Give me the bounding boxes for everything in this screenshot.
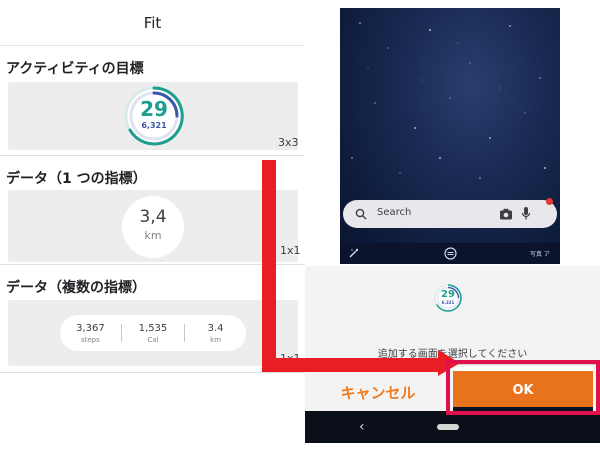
metric-steps: 3,367 steps: [60, 323, 120, 344]
search-placeholder: Search: [377, 207, 412, 218]
single-metric-circle: 3,4 km: [122, 196, 184, 258]
annotation-arrow-horizontal: [262, 358, 442, 372]
divider: [0, 372, 305, 373]
mini-goal-steps: 6,321: [441, 300, 455, 305]
single-metric-value: 3,4: [139, 207, 167, 227]
back-icon[interactable]: ‹: [359, 419, 365, 435]
divider: [0, 264, 305, 265]
size-label-1x1-single: 1x1: [280, 244, 301, 257]
section-heading-single-metric: データ（1 つの指標）: [6, 171, 147, 187]
metric-unit: steps: [80, 335, 100, 344]
camera-icon[interactable]: [499, 208, 513, 220]
screenshot-root: Fit アクティビティの目標 29 6,321 3x3 データ（1 つの指標） …: [0, 0, 600, 451]
single-metric-unit: km: [144, 229, 162, 242]
metric-distance: 3.4 km: [186, 323, 246, 344]
goal-steps: 6,321: [141, 121, 167, 130]
app-title: Fit: [0, 0, 305, 46]
metric-unit: km: [210, 335, 222, 344]
metric-value: 3,367: [76, 322, 105, 334]
goal-value: 29: [140, 97, 168, 121]
dock-bar: 写真 ア: [340, 243, 560, 264]
notification-dot: [546, 198, 553, 205]
size-label-3x3: 3x3: [278, 136, 299, 149]
photos-label[interactable]: 写真 ア: [530, 249, 550, 258]
search-icon: [355, 208, 367, 220]
system-nav-bar: ‹: [305, 411, 600, 443]
home-pill-icon[interactable]: [437, 424, 459, 430]
metric-unit: Cal: [147, 335, 159, 344]
widget-preview-mini: 29 6,321: [433, 283, 463, 313]
metric-calories: 1,535 Cal: [123, 323, 183, 344]
annotation-arrow-vertical: [262, 160, 276, 372]
metric-value: 1,535: [138, 322, 168, 334]
divider: [0, 155, 305, 156]
app-drawer-icon[interactable]: [444, 247, 457, 260]
search-bar[interactable]: Search: [343, 198, 557, 228]
activity-goal-ring: 29 6,321: [122, 84, 186, 148]
multi-metric-pill: 3,367 steps 1,535 Cal 3.4 km: [60, 315, 246, 351]
annotation-ok-highlight: [446, 360, 600, 415]
metric-value: 3.4: [207, 322, 224, 334]
section-heading-activity-goal: アクティビティの目標: [6, 61, 144, 77]
sparkle-icon[interactable]: [348, 247, 360, 259]
section-heading-multi-metric: データ（複数の指標）: [6, 280, 146, 296]
cancel-button[interactable]: キャンセル: [313, 375, 443, 409]
widget-list-panel: Fit アクティビティの目標 29 6,321 3x3 データ（1 つの指標） …: [0, 0, 305, 380]
microphone-icon[interactable]: [521, 206, 531, 222]
mini-goal-value: 29: [441, 289, 455, 300]
